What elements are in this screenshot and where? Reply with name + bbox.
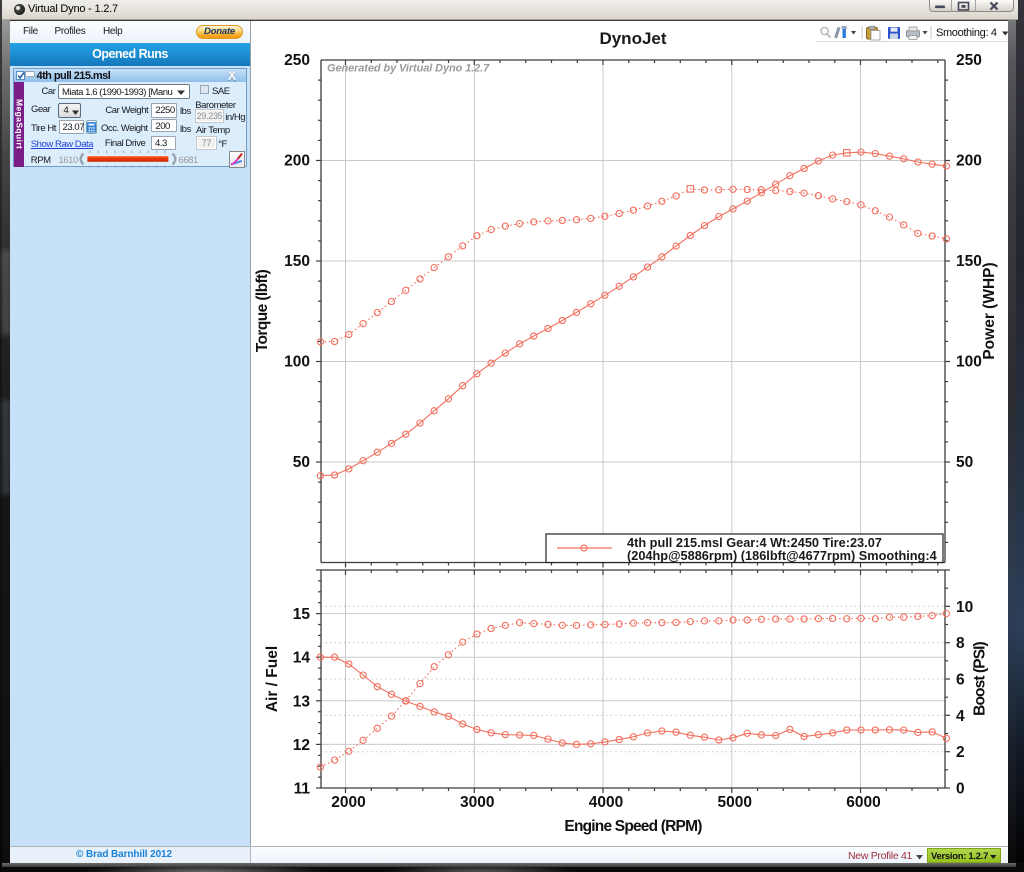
svg-text:14: 14 [293, 650, 311, 667]
svg-text:0: 0 [956, 781, 965, 798]
svg-text:200: 200 [284, 152, 310, 169]
svg-text:15: 15 [293, 606, 311, 623]
svg-text:DynoJet: DynoJet [599, 29, 666, 48]
svg-text:12: 12 [293, 737, 310, 754]
svg-text:Engine Speed (RPM): Engine Speed (RPM) [564, 818, 702, 835]
svg-text:5000: 5000 [718, 794, 752, 811]
svg-text:6: 6 [956, 672, 965, 689]
svg-text:100: 100 [284, 353, 310, 370]
svg-text:4: 4 [956, 708, 965, 725]
svg-text:250: 250 [956, 52, 982, 69]
svg-text:Smoothing: 4: Smoothing: 4 [936, 27, 997, 39]
svg-text:2: 2 [956, 744, 965, 761]
svg-text:50: 50 [293, 454, 310, 471]
svg-text:8: 8 [956, 635, 965, 652]
svg-text:4000: 4000 [589, 794, 623, 811]
svg-text:11: 11 [294, 781, 311, 798]
svg-text:200: 200 [956, 152, 982, 169]
svg-text:13: 13 [293, 693, 311, 710]
svg-text:Air / Fuel: Air / Fuel [264, 646, 281, 712]
svg-text:10: 10 [956, 599, 973, 616]
svg-text:150: 150 [956, 253, 982, 270]
svg-text:100: 100 [956, 353, 982, 370]
svg-text:Torque (lbft): Torque (lbft) [254, 269, 271, 352]
svg-text:250: 250 [284, 52, 310, 69]
svg-text:Boost (PSI): Boost (PSI) [972, 641, 989, 715]
svg-text:6000: 6000 [846, 794, 880, 811]
svg-text:50: 50 [956, 454, 973, 471]
svg-text:Generated by Virtual Dyno 1.2.: Generated by Virtual Dyno 1.2.7 [327, 63, 490, 75]
svg-text:2000: 2000 [331, 794, 365, 811]
svg-text:150: 150 [284, 253, 310, 270]
svg-text:Power (WHP): Power (WHP) [981, 262, 998, 359]
svg-text:(204hp@5886rpm) (186lbft@4677r: (204hp@5886rpm) (186lbft@4677rpm) Smooth… [627, 548, 938, 563]
svg-text:3000: 3000 [460, 794, 494, 811]
